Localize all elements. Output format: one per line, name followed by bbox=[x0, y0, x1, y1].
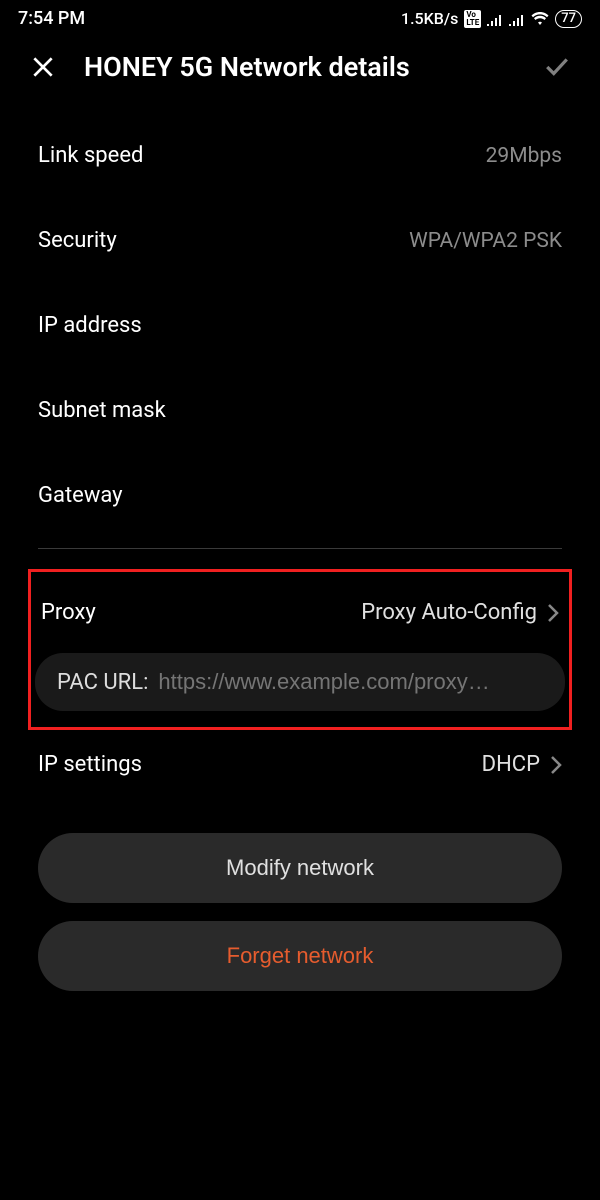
status-time: 7:54 PM bbox=[18, 8, 85, 29]
chevron-right-icon bbox=[547, 603, 559, 623]
chevron-right-icon bbox=[550, 755, 562, 775]
ip-address-row: IP address bbox=[38, 283, 562, 368]
ip-settings-value: DHCP bbox=[482, 752, 540, 777]
ip-address-label: IP address bbox=[38, 313, 142, 338]
status-bar: 7:54 PM 1.5KB/s VoLTE 77 bbox=[0, 0, 600, 33]
proxy-highlight-box: Proxy Proxy Auto-Config PAC URL: bbox=[28, 569, 572, 730]
wifi-icon bbox=[531, 12, 549, 26]
divider bbox=[38, 548, 562, 549]
subnet-mask-label: Subnet mask bbox=[38, 398, 166, 423]
pac-url-input[interactable] bbox=[158, 669, 543, 695]
battery-icon: 77 bbox=[555, 10, 582, 28]
modify-network-button[interactable]: Modify network bbox=[38, 833, 562, 903]
ip-settings-label: IP settings bbox=[38, 752, 142, 777]
gateway-label: Gateway bbox=[38, 483, 123, 508]
button-group: Modify network Forget network bbox=[0, 807, 600, 991]
gateway-row: Gateway bbox=[38, 453, 562, 538]
link-speed-label: Link speed bbox=[38, 143, 143, 168]
ip-settings-row[interactable]: IP settings DHCP bbox=[38, 730, 562, 807]
subnet-mask-row: Subnet mask bbox=[38, 368, 562, 453]
forget-network-button[interactable]: Forget network bbox=[38, 921, 562, 991]
proxy-row[interactable]: Proxy Proxy Auto-Config bbox=[41, 572, 559, 645]
check-icon[interactable] bbox=[544, 54, 570, 80]
page-title: HONEY 5G Network details bbox=[84, 51, 544, 83]
close-icon[interactable] bbox=[30, 54, 56, 80]
pac-url-input-wrap[interactable]: PAC URL: bbox=[35, 653, 565, 711]
proxy-label: Proxy bbox=[41, 600, 96, 625]
pac-url-label: PAC URL: bbox=[57, 670, 148, 695]
link-speed-value: 29Mbps bbox=[486, 144, 562, 168]
security-row: Security WPA/WPA2 PSK bbox=[38, 198, 562, 283]
volte-icon: VoLTE bbox=[464, 10, 481, 28]
signal-icon-2 bbox=[509, 12, 525, 26]
header: HONEY 5G Network details bbox=[0, 33, 600, 113]
status-right: 1.5KB/s VoLTE 77 bbox=[401, 9, 582, 28]
status-speed: 1.5KB/s bbox=[401, 9, 458, 28]
security-label: Security bbox=[38, 228, 117, 253]
link-speed-row: Link speed 29Mbps bbox=[38, 113, 562, 198]
signal-icon bbox=[487, 12, 503, 26]
security-value: WPA/WPA2 PSK bbox=[409, 229, 562, 253]
proxy-value: Proxy Auto-Config bbox=[361, 600, 537, 625]
